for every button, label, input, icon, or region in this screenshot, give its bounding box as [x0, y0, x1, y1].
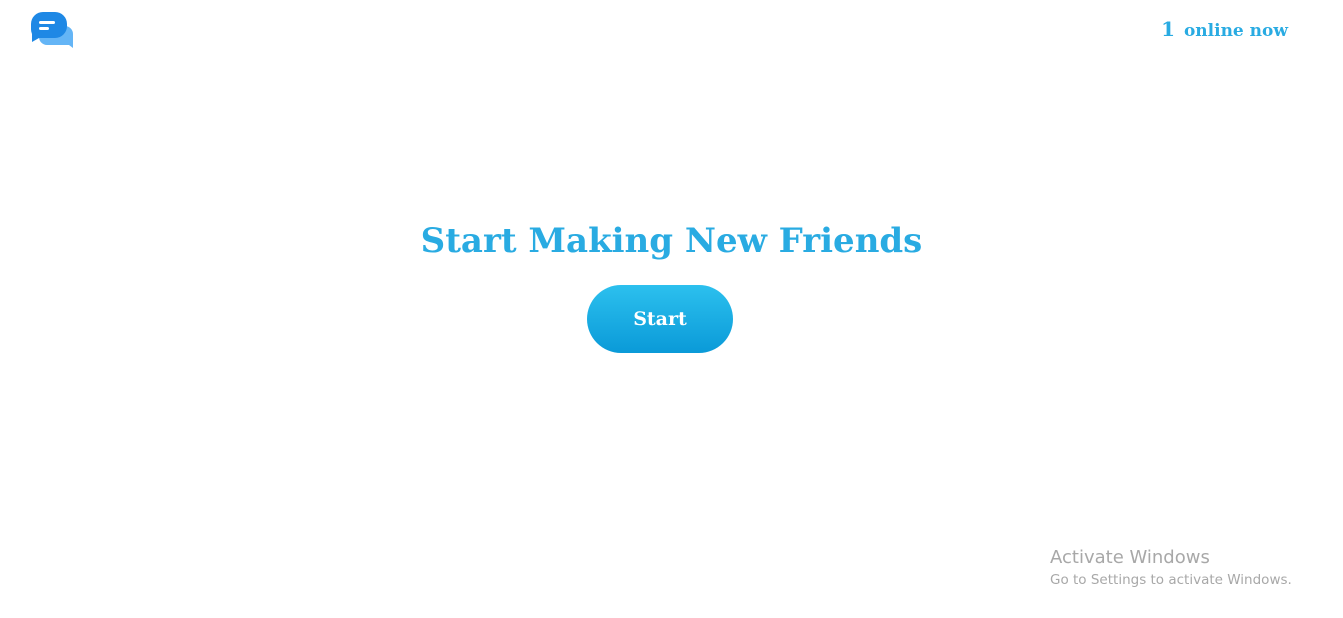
watermark-title: Activate Windows	[1050, 547, 1210, 568]
chat-bubbles-icon[interactable]	[30, 12, 73, 50]
online-status: 1 online now	[1161, 16, 1288, 44]
watermark-subtitle: Go to Settings to activate Windows.	[1050, 572, 1292, 588]
online-label: online now	[1183, 21, 1288, 41]
start-button[interactable]: Start	[587, 285, 733, 353]
online-count: 1	[1161, 17, 1176, 41]
page-title: Start Making New Friends	[420, 221, 923, 261]
activate-windows-watermark: Activate Windows Go to Settings to activ…	[1050, 546, 1292, 590]
